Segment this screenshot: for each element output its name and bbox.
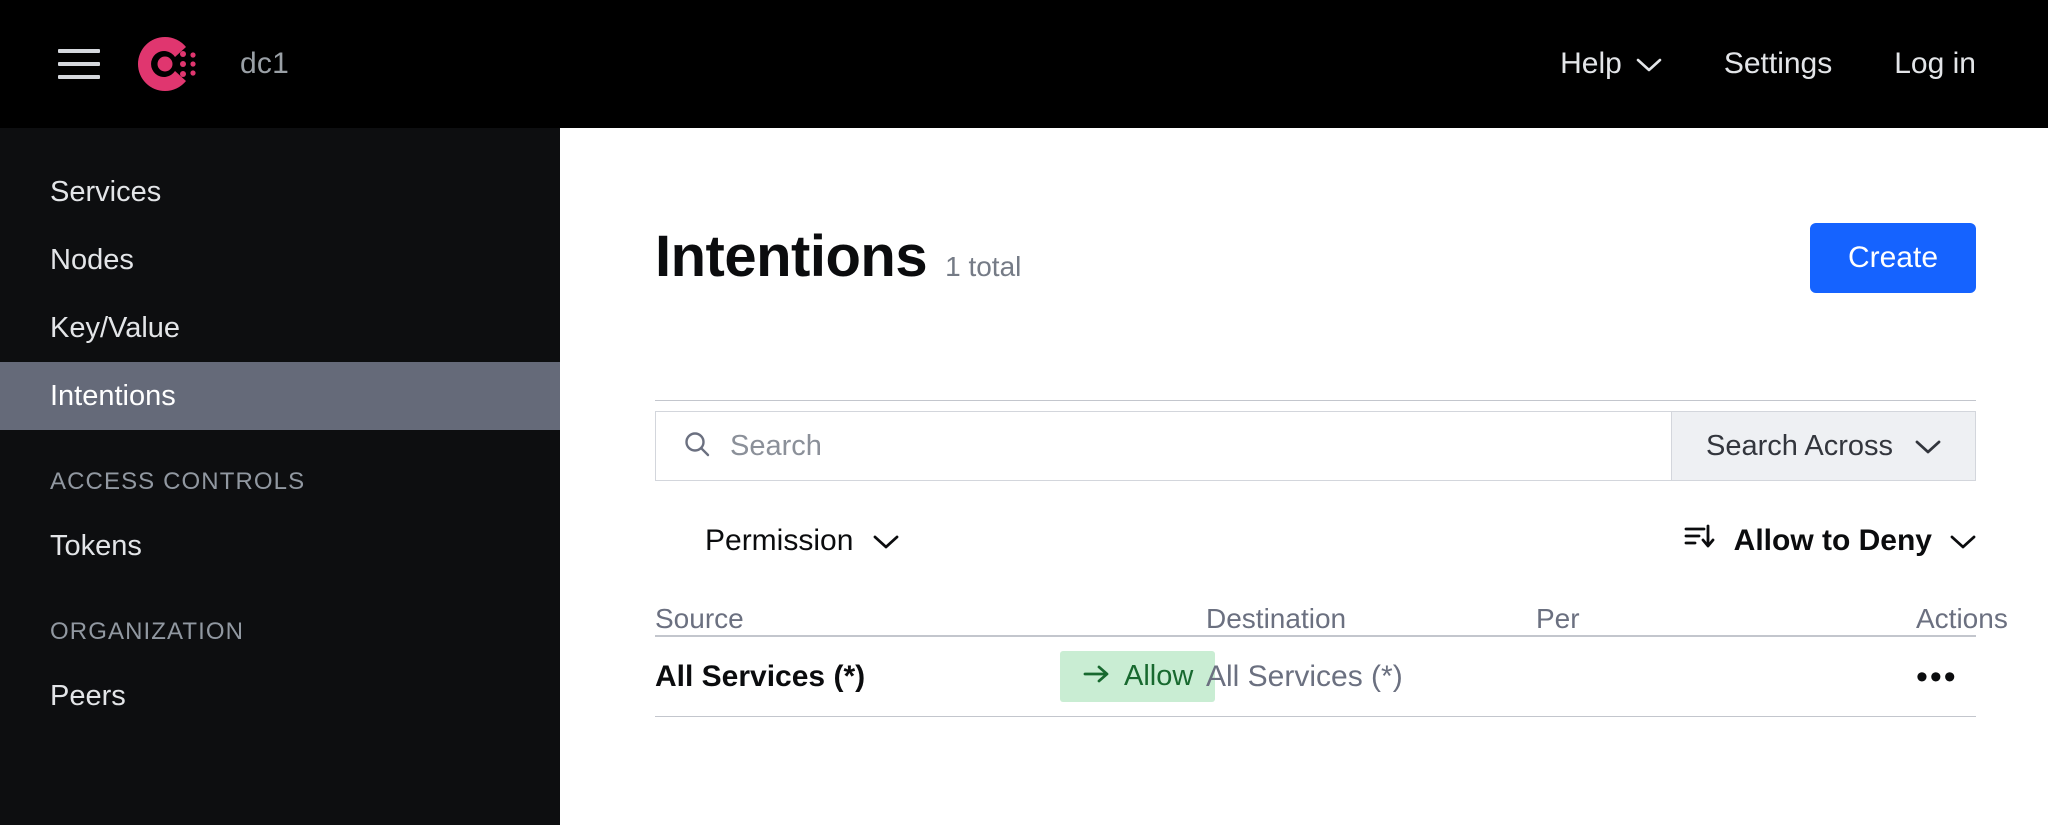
- sidebar-item-nodes[interactable]: Nodes: [0, 226, 560, 294]
- intentions-table: Source Destination Per Actions All Servi…: [655, 583, 2008, 717]
- sidebar-item-label: Tokens: [50, 529, 142, 562]
- permission-filter-dropdown[interactable]: Permission: [655, 524, 899, 558]
- page-title-row: Intentions 1 total: [655, 223, 1021, 290]
- sidebar-navigation: Services Nodes Key/Value Intentions ACCE…: [0, 128, 560, 825]
- table-header-destination[interactable]: Destination: [1206, 603, 1536, 635]
- sidebar-item-services[interactable]: Services: [0, 158, 560, 226]
- sidebar-heading-organization: ORGANIZATION: [50, 618, 245, 645]
- more-horizontal-icon[interactable]: •••: [1916, 660, 1958, 694]
- sidebar-item-label: Key/Value: [50, 311, 181, 344]
- table-header-row: Source Destination Per Actions: [655, 583, 2008, 637]
- search-across-label: Search Across: [1706, 429, 1893, 462]
- source-service-label: All Services (*): [655, 659, 866, 693]
- sidebar-item-label: Intentions: [50, 379, 176, 412]
- search-icon: [682, 429, 712, 464]
- table-header-actions: Actions: [1916, 603, 2008, 634]
- chevron-down-icon: [1950, 524, 1976, 558]
- page-total-count: 1 total: [945, 251, 1022, 282]
- datacenter-label[interactable]: dc1: [240, 47, 289, 81]
- nav-link-settings-label: Settings: [1723, 47, 1833, 80]
- sidebar-item-intentions[interactable]: Intentions: [0, 362, 560, 430]
- search-input[interactable]: Search: [730, 430, 822, 463]
- sidebar-item-label: Nodes: [50, 243, 134, 276]
- consul-logo[interactable]: [136, 33, 198, 95]
- main-content: Intentions 1 total Create Search Search …: [560, 128, 2048, 825]
- sort-descending-icon: [1684, 522, 1716, 560]
- sidebar-item-label: Peers: [50, 679, 126, 712]
- chevron-down-icon: [1915, 430, 1941, 463]
- chevron-down-icon: [1636, 47, 1662, 81]
- arrow-right-icon: [1082, 660, 1112, 693]
- nav-link-help[interactable]: Help: [1560, 47, 1662, 81]
- sort-order-label: Allow to Deny: [1733, 524, 1932, 557]
- create-button[interactable]: Create: [1809, 223, 1976, 293]
- nav-link-help-label: Help: [1560, 47, 1622, 80]
- sidebar-item-peers[interactable]: Peers: [0, 662, 560, 730]
- table-row[interactable]: All Services (*) Allow All Services (*) …: [655, 637, 1976, 717]
- filter-row: Permission Allow to Deny: [655, 513, 1976, 569]
- status-badge-label: Allow: [1124, 660, 1194, 692]
- table-cell-source: All Services (*): [655, 660, 1060, 694]
- table-cell-destination: All Services (*): [1206, 660, 1536, 694]
- nav-link-login[interactable]: Log in: [1894, 47, 1976, 81]
- sidebar-item-label: Services: [50, 175, 162, 208]
- sidebar-item-key-value[interactable]: Key/Value: [0, 294, 560, 362]
- table-header-permissions[interactable]: Per: [1536, 603, 1916, 635]
- nav-link-login-label: Log in: [1894, 47, 1976, 80]
- table-header-source[interactable]: Source: [655, 603, 1060, 635]
- page-header: Intentions 1 total Create: [655, 223, 1976, 293]
- sidebar-item-tokens[interactable]: Tokens: [0, 512, 560, 580]
- permission-filter-label: Permission: [705, 524, 854, 557]
- table-cell-actions: •••: [1916, 660, 2010, 694]
- consul-logo-icon: [137, 36, 196, 92]
- chevron-down-icon: [873, 524, 899, 558]
- sidebar-heading-access-controls: ACCESS CONTROLS: [50, 468, 306, 495]
- top-navigation-bar: dc1 Help Settings Log in: [0, 0, 2048, 128]
- page-title: Intentions: [655, 224, 928, 289]
- nav-link-settings[interactable]: Settings: [1724, 47, 1832, 81]
- header-divider: [655, 400, 1976, 401]
- destination-service-label: All Services (*): [1206, 659, 1403, 693]
- sort-order-dropdown[interactable]: Allow to Deny: [1684, 522, 1976, 560]
- status-badge: Allow: [1060, 651, 1216, 702]
- hamburger-icon[interactable]: [58, 49, 100, 79]
- table-cell-permission: Allow: [1060, 651, 1216, 702]
- consul-ui-window: dc1 Help Settings Log in Services Nodes …: [0, 0, 2048, 825]
- search-input-wrapper[interactable]: Search: [655, 411, 1673, 481]
- search-across-dropdown[interactable]: Search Across: [1672, 411, 1976, 481]
- search-row: Search Search Across: [655, 411, 1976, 481]
- top-nav-links: Help Settings Log in: [1560, 47, 1976, 81]
